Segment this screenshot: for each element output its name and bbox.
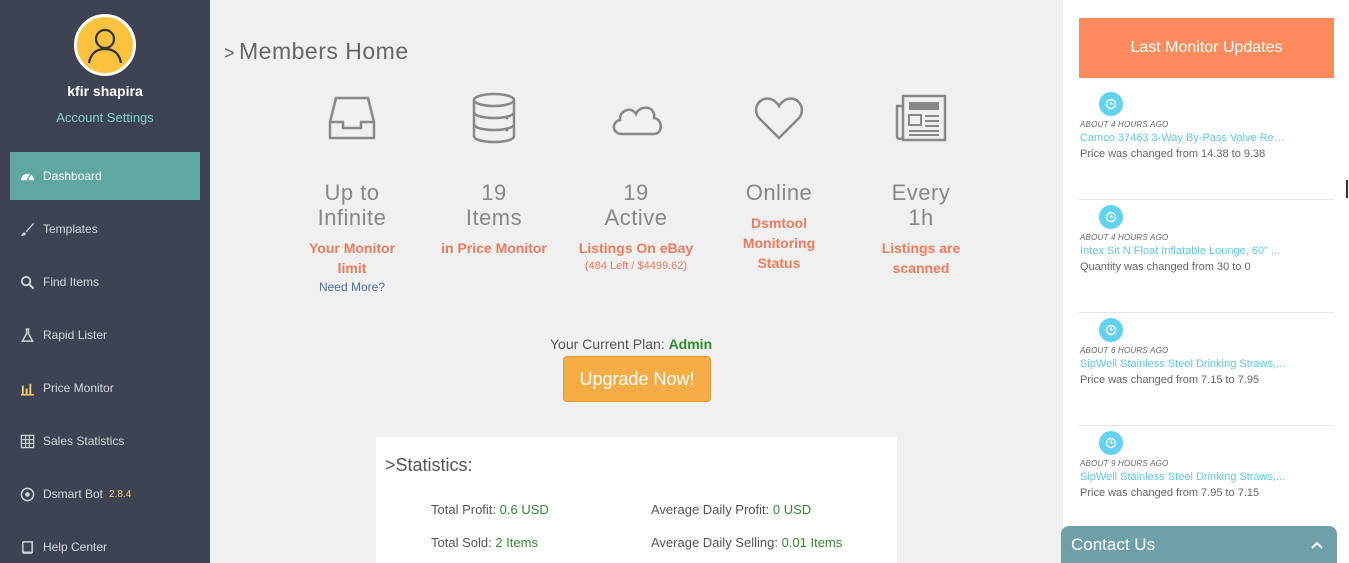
stat-value: 19 Items — [465, 180, 523, 230]
sidebar-item-label: Dashboard — [43, 169, 102, 183]
stat-label: Your Monitor limit — [308, 240, 396, 276]
version-badge: 2.8.4 — [109, 488, 132, 500]
contact-us-widget[interactable]: Contact Us — [1061, 526, 1337, 563]
main-content: > Members Home Up to Infinite Your Monitor… — [210, 0, 1063, 563]
book-icon — [19, 539, 35, 555]
contact-us-label: Contact Us — [1071, 534, 1156, 554]
update-title-link[interactable]: SipWell Stainless Steel Drinking Straws,… — [1080, 358, 1290, 370]
monitor-updates-header: Last Monitor Updates — [1079, 18, 1334, 78]
list-item: ABOUT 6 HOURS AGO SipWell Stainless Stee… — [1079, 313, 1334, 426]
cloud-icon — [571, 92, 701, 144]
stat-online-status: Online Dsmtool Monitoring Status — [714, 92, 844, 273]
chevron-right-icon: > — [224, 43, 236, 63]
stat-listings-left: (484 Left / $4499.62) — [584, 260, 688, 272]
statistics-title: >Statistics: — [385, 455, 473, 475]
user-name: kfir shapira — [67, 83, 143, 99]
user-icon — [87, 28, 123, 64]
sidebar-item-label: Rapid Lister — [43, 328, 108, 342]
sidebar-item-label: Help Center — [43, 540, 108, 554]
sidebar-item-price-monitor[interactable]: Price Monitor — [10, 364, 200, 412]
sidebar-item-dashboard[interactable]: Dashboard — [10, 152, 200, 200]
update-title-link[interactable]: Camco 37463 3-Way By-Pass Valve Repla... — [1080, 132, 1290, 144]
sidebar-item-label: Sales Statistics — [43, 434, 125, 448]
account-settings-link[interactable]: Account Settings — [0, 110, 210, 125]
sidebar-item-find-items[interactable]: Find Items — [10, 258, 200, 306]
stat-monitor-limit: Up to Infinite Your Monitor limit Need Mor… — [287, 92, 417, 294]
monitor-updates-panel: Last Monitor Updates ABOUT 4 HOURS AGO C… — [1063, 0, 1349, 563]
statistics-card: >Statistics: Total Profit: 0.6 USD Avera… — [376, 437, 897, 563]
current-plan: Your Current Plan: Admin — [550, 336, 713, 352]
sidebar-item-label: Find Items — [43, 275, 100, 289]
clock-icon — [1099, 92, 1123, 116]
total-profit: Total Profit: 0.6 USD — [431, 502, 549, 517]
newspaper-icon — [856, 92, 986, 144]
sidebar-item-templates[interactable]: Templates — [10, 205, 200, 253]
sidebar: kfir shapira Account Settings Dashboard … — [0, 0, 210, 563]
stat-label: in Price Monitor — [441, 240, 547, 256]
clock-icon — [1099, 431, 1123, 455]
sidebar-item-label: Templates — [43, 222, 98, 236]
update-time: ABOUT 4 HOURS AGO — [1080, 233, 1169, 242]
update-title-link[interactable]: Intex Sit N Float Inflatable Lounge, 60"… — [1080, 245, 1290, 257]
sidebar-item-label: Dsmart Bot — [43, 487, 104, 501]
chevron-right-icon: > — [385, 455, 396, 475]
stat-items: 19 Items in Price Monitor — [429, 92, 559, 258]
sidebar-item-sales-statistics[interactable]: Sales Statistics — [10, 417, 200, 465]
page-title: > Members Home — [224, 38, 409, 64]
stat-value: Online — [745, 180, 813, 205]
update-message: Price was changed from 7.95 to 7.15 — [1080, 487, 1260, 499]
update-title-link[interactable]: SipWell Stainless Steel Drinking Straws,… — [1080, 471, 1290, 483]
heart-icon — [714, 92, 844, 144]
update-message: Price was changed from 7.15 to 7.95 — [1080, 374, 1260, 386]
dashboard-icon — [19, 168, 35, 184]
clock-icon — [1099, 318, 1123, 342]
stat-value: Every 1h — [891, 180, 951, 230]
search-icon — [19, 274, 35, 290]
update-message: Quantity was changed from 30 to 0 — [1080, 261, 1251, 273]
list-item: ABOUT 4 HOURS AGO Intex Sit N Float Infl… — [1079, 200, 1334, 313]
stat-scan-interval: Every 1h Listings are scanned — [856, 92, 986, 278]
brush-icon — [19, 221, 35, 237]
stat-active-listings: 19 Active Listings On eBay (484 Left / $4… — [571, 92, 701, 272]
update-message: Price was changed from 14.38 to 9.38 — [1080, 148, 1266, 160]
sidebar-item-rapid-lister[interactable]: Rapid Lister — [10, 311, 200, 359]
average-daily-selling: Average Daily Selling: 0.01 Items — [651, 535, 843, 550]
stat-label: Listings are scanned — [881, 240, 961, 276]
update-time: ABOUT 6 HOURS AGO — [1080, 346, 1169, 355]
stat-label: Listings On eBay — [578, 240, 694, 256]
text-cursor — [1346, 180, 1348, 198]
table-icon — [19, 433, 35, 449]
bar-chart-icon — [19, 380, 35, 396]
average-daily-profit: Average Daily Profit: 0 USD — [651, 502, 812, 517]
update-time: ABOUT 4 HOURS AGO — [1080, 120, 1169, 129]
list-item: ABOUT 9 HOURS AGO SipWell Stainless Stee… — [1079, 426, 1334, 539]
stat-value: 19 Active — [604, 180, 668, 230]
chrome-icon — [19, 486, 35, 502]
upgrade-now-button[interactable]: Upgrade Now! — [563, 356, 711, 402]
chevron-up-icon — [1311, 541, 1323, 549]
inbox-icon — [287, 92, 417, 144]
sidebar-item-dsmart-bot[interactable]: Dsmart Bot 2.8.4 — [10, 470, 200, 518]
plan-value: Admin — [668, 336, 713, 352]
need-more-link[interactable]: Need More? — [287, 280, 417, 294]
stat-value: Up to Infinite — [317, 180, 387, 230]
stat-label: Dsmtool Monitoring Status — [742, 215, 816, 271]
avatar[interactable] — [74, 14, 136, 76]
list-item: ABOUT 4 HOURS AGO Camco 37463 3-Way By-P… — [1079, 87, 1334, 200]
database-icon — [429, 92, 559, 144]
sidebar-item-label: Price Monitor — [43, 381, 114, 395]
flask-icon — [19, 327, 35, 343]
sidebar-nav: Dashboard Templates Find Items Rapid Lis… — [10, 152, 200, 563]
sidebar-item-help-center[interactable]: Help Center — [10, 523, 200, 563]
total-sold: Total Sold: 2 Items — [431, 535, 538, 550]
update-time: ABOUT 9 HOURS AGO — [1080, 459, 1169, 468]
clock-icon — [1099, 205, 1123, 229]
